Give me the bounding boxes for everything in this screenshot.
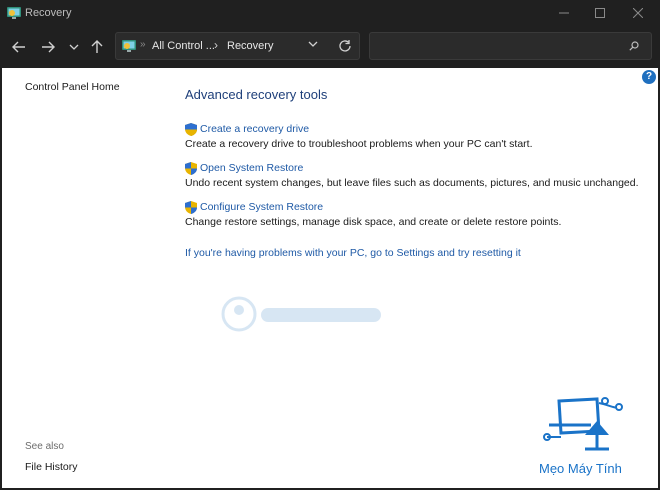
close-button[interactable] — [620, 0, 656, 26]
window-title: Recovery — [25, 7, 72, 19]
title-bar: Recovery — [0, 0, 660, 26]
control-panel-home-link[interactable]: Control Panel Home — [25, 81, 120, 93]
arrow-left-icon — [12, 41, 25, 53]
configure-system-restore-link[interactable]: Configure System Restore — [200, 201, 323, 213]
refresh-icon[interactable] — [338, 39, 352, 53]
breadcrumb-all-control-panel-items[interactable]: All Control ... — [152, 40, 215, 52]
open-system-restore-description: Undo recent system changes, but leave fi… — [185, 177, 639, 189]
arrow-up-icon — [91, 40, 103, 53]
breadcrumb-separator[interactable]: › — [214, 38, 218, 52]
close-icon — [633, 8, 643, 18]
arrow-right-icon — [42, 41, 55, 53]
tool-create-recovery-drive: Create a recovery drive Create a recover… — [185, 123, 645, 150]
search-input[interactable] — [376, 37, 620, 57]
tool-configure-system-restore: Configure System Restore Change restore … — [185, 201, 645, 228]
maximize-icon — [595, 8, 605, 18]
configure-system-restore-description: Change restore settings, manage disk spa… — [185, 216, 562, 228]
minimize-icon — [559, 12, 569, 14]
uac-shield-icon — [185, 123, 197, 136]
create-recovery-drive-link[interactable]: Create a recovery drive — [200, 123, 309, 135]
tool-open-system-restore: Open System Restore Undo recent system c… — [185, 162, 645, 189]
watermark-logo-faint — [221, 296, 381, 332]
back-button[interactable] — [7, 35, 31, 59]
recent-locations-button[interactable] — [62, 35, 86, 59]
help-button[interactable]: ? — [642, 70, 656, 84]
control-panel-icon — [122, 40, 136, 52]
address-dropdown-icon[interactable] — [308, 41, 318, 48]
chevron-right-icon: » — [140, 39, 146, 50]
left-pane: Control Panel Home See also File History — [2, 68, 172, 488]
meo-may-tinh-logo-icon — [543, 397, 623, 451]
uac-shield-icon — [185, 162, 197, 175]
minimize-button[interactable] — [546, 0, 582, 26]
recovery-window: Recovery » All Control ... › Recovery Co… — [0, 0, 660, 490]
uac-shield-icon — [185, 201, 197, 214]
file-history-link[interactable]: File History — [25, 461, 78, 473]
search-box[interactable] — [369, 32, 652, 60]
breadcrumb-recovery[interactable]: Recovery — [227, 40, 273, 52]
create-recovery-drive-description: Create a recovery drive to troubleshoot … — [185, 138, 533, 150]
control-panel-icon — [7, 7, 21, 19]
see-also-heading: See also — [25, 441, 64, 452]
maximize-button[interactable] — [582, 0, 618, 26]
up-button[interactable] — [85, 35, 109, 59]
address-bar[interactable]: » All Control ... › Recovery — [115, 32, 360, 60]
page-title: Advanced recovery tools — [185, 87, 328, 102]
open-system-restore-link[interactable]: Open System Restore — [200, 162, 303, 174]
search-icon — [629, 41, 639, 51]
forward-button[interactable] — [36, 35, 60, 59]
reset-pc-settings-link[interactable]: If you're having problems with your PC, … — [185, 247, 521, 259]
chevron-down-icon — [69, 44, 79, 50]
watermark-text: Mẹo Máy Tính — [539, 461, 622, 476]
